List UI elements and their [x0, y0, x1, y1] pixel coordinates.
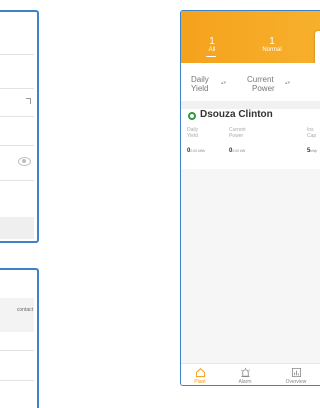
- tab-plant[interactable]: Plant: [185, 367, 215, 385]
- plant-list-empty-area: [181, 169, 320, 365]
- metric-value: 00.00 kW: [229, 148, 246, 154]
- stat-all-label[interactable]: All: [197, 47, 227, 53]
- tab-overview[interactable]: Overview: [281, 367, 311, 385]
- metric-value: 00.00 kWh: [187, 148, 206, 154]
- mobile-app-screen: 1 All 1 Normal Daily Yield ▴▾ Current Po…: [180, 10, 320, 386]
- sort-label-line1: Daily: [191, 75, 209, 84]
- bottom-tab-bar: Plant Alarm Overview: [181, 363, 320, 385]
- tab-label: Overview: [285, 379, 307, 385]
- sort-arrows-icon: ▴▾: [221, 80, 227, 86]
- form-divider: [0, 54, 34, 55]
- sort-bar: Daily Yield ▴▾ Current Power ▴▾: [181, 63, 320, 101]
- metric-value: 5kWp: [307, 148, 318, 154]
- form-divider: [0, 116, 34, 117]
- form-divider: [0, 145, 34, 146]
- sort-label-line1: Current: [247, 75, 274, 84]
- metric-label: Daily Yield: [187, 127, 199, 139]
- sort-arrows-icon: ▴▾: [285, 80, 291, 86]
- sort-label-line2: Power: [252, 84, 275, 93]
- stat-normal-label[interactable]: Normal: [257, 47, 287, 53]
- sort-current-power[interactable]: Current Power ▴▾: [247, 75, 290, 93]
- stat-normal-count[interactable]: 1: [257, 36, 287, 47]
- metric-label: Ins Cap: [307, 127, 317, 139]
- tab-alarm[interactable]: Alarm: [230, 367, 260, 385]
- plant-name: Dsouza Clinton: [200, 109, 273, 120]
- contact-text[interactable]: contact: [17, 307, 33, 313]
- eye-icon[interactable]: [18, 157, 31, 166]
- chevron-right-icon[interactable]: [26, 98, 31, 104]
- form-divider: [0, 380, 34, 381]
- form-divider: [0, 88, 34, 89]
- active-tab-indicator: [206, 56, 216, 57]
- tab-label: Alarm: [238, 379, 252, 385]
- tab-label: Plant: [194, 379, 206, 385]
- login-form-panel: [0, 10, 39, 243]
- alarm-icon: [240, 367, 250, 378]
- home-icon: [195, 368, 205, 378]
- chart-icon: [291, 367, 301, 378]
- status-indicator-icon: [188, 112, 196, 120]
- form-divider: [0, 180, 34, 181]
- plant-card[interactable]: Dsouza Clinton Daily Yield 00.00 kWh Curr…: [181, 109, 320, 169]
- notice-area: [0, 298, 34, 332]
- secondary-form-panel: contact: [0, 268, 39, 408]
- sort-daily-yield[interactable]: Daily Yield ▴▾: [191, 75, 226, 93]
- status-header: 1 All 1 Normal: [181, 11, 320, 111]
- sort-label-line2: Yield: [191, 84, 209, 93]
- submit-button[interactable]: [0, 217, 34, 239]
- stat-all-count[interactable]: 1: [197, 36, 227, 47]
- form-divider: [0, 350, 34, 351]
- divider-band: [181, 101, 320, 109]
- metric-label: Current Power: [229, 127, 246, 139]
